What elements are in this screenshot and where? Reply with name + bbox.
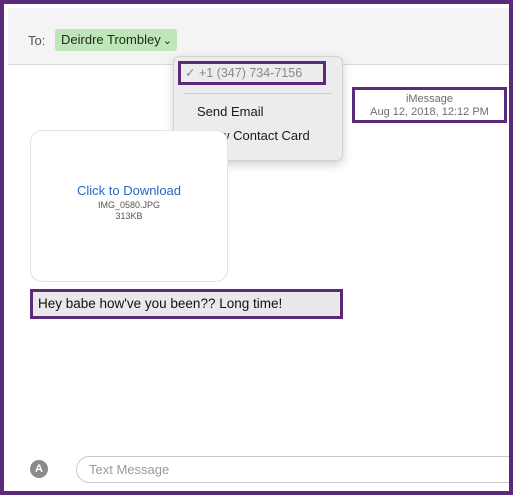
phone-number: +1 (347) 734-7156 [198, 66, 303, 80]
message-timestamp: Aug 12, 2018, 12:12 PM [370, 106, 489, 118]
recipient-name: Deirdre Trombley [61, 32, 161, 47]
service-timestamp-box: iMessage Aug 12, 2018, 12:12 PM [352, 87, 507, 123]
text-message-input[interactable] [76, 456, 509, 483]
message-bubble: Hey babe how've you been?? Long time! [30, 289, 343, 319]
messages-window: To: Deirdre Trombley ⌄ ✓ +1 (347) 734-715… [0, 0, 513, 495]
attachment-size: 313KB [115, 211, 143, 221]
attachment-filename: IMG_0580.JPG [97, 200, 161, 210]
service-label: iMessage [405, 93, 454, 105]
recipient-chip[interactable]: Deirdre Trombley ⌄ [55, 29, 177, 51]
send-email-item[interactable]: Send Email [197, 104, 263, 119]
chevron-down-icon: ⌄ [162, 35, 172, 47]
app-store-icon[interactable]: A [30, 460, 48, 478]
checkmark-icon: ✓ [185, 66, 199, 80]
phone-number-option[interactable]: ✓ +1 (347) 734-7156 [178, 61, 326, 85]
menu-separator [184, 93, 332, 94]
attachment-card[interactable]: Click to Download IMG_0580.JPG 313KB [30, 130, 228, 282]
download-link[interactable]: Click to Download [31, 183, 227, 198]
to-label: To: [28, 33, 46, 48]
